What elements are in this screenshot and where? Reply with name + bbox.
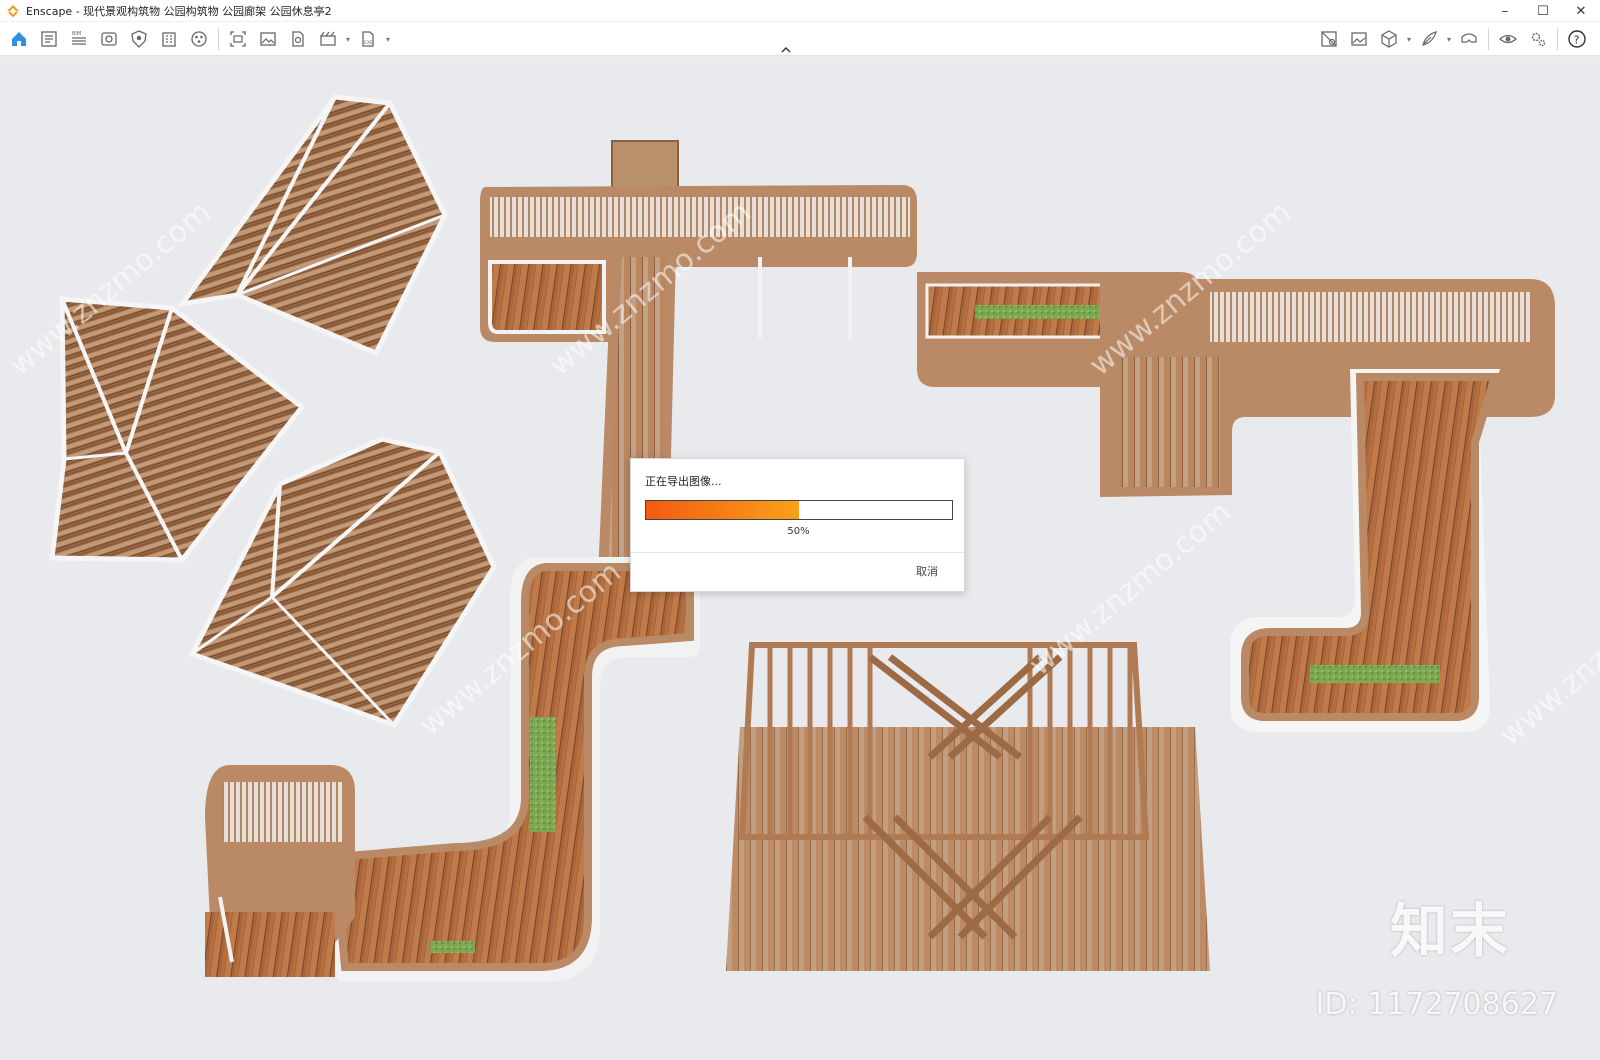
visibility-button[interactable] <box>1493 25 1523 53</box>
maximize-button[interactable]: ☐ <box>1524 0 1562 22</box>
title-bar: Enscape - 现代景观构筑物 公园构筑物 公园廊架 公园休息亭2 – ☐ … <box>0 0 1600 22</box>
window-controls: – ☐ ✕ <box>1486 0 1600 22</box>
video-export-icon <box>320 31 336 46</box>
asset-library-dropdown[interactable]: ▾ <box>1404 25 1414 53</box>
gallery-icon <box>1351 32 1367 46</box>
sketch-dropdown[interactable]: ▾ <box>1444 25 1454 53</box>
toolbar-separator <box>218 28 219 50</box>
vr-headset-icon <box>1461 33 1477 43</box>
material-button[interactable] <box>184 25 214 53</box>
exe-export-button[interactable]: EXE <box>353 25 383 53</box>
image-gallery-button[interactable] <box>253 25 283 53</box>
export-progress-bar <box>645 500 953 520</box>
screenshot-button[interactable] <box>223 25 253 53</box>
document-list-icon <box>41 31 57 47</box>
progress-percent-text: 50% <box>787 526 810 537</box>
settings-gear-icon <box>1531 32 1546 47</box>
home-button[interactable] <box>4 25 34 53</box>
visibility-eye-icon <box>1499 34 1517 44</box>
video-export-dropdown[interactable]: ▾ <box>343 25 353 53</box>
collapse-toolbar-button[interactable] <box>778 44 794 56</box>
view-management-icon <box>1321 31 1337 47</box>
panorama-icon <box>292 31 304 47</box>
export-progress-dialog: 正在导出图像... 50% 取消 <box>630 458 965 592</box>
watermark-id: ID: 1172708627 <box>1315 987 1558 1022</box>
progress-fill <box>646 501 799 519</box>
image-gallery-icon <box>260 32 276 46</box>
pergola-left <box>205 765 355 977</box>
material-sphere-icon <box>191 31 207 47</box>
window-title: Enscape - 现代景观构筑物 公园构筑物 公园廊架 公园休息亭2 <box>26 4 332 18</box>
enscape-window: Enscape - 现代景观构筑物 公园构筑物 公园廊架 公园休息亭2 – ☐ … <box>0 0 1600 1060</box>
cube-asset-icon <box>1381 30 1397 48</box>
feather-icon <box>1422 31 1437 46</box>
exe-label: EXE <box>364 40 373 46</box>
exe-export-icon: EXE <box>362 31 374 47</box>
view-management-button[interactable] <box>1314 25 1344 53</box>
help-icon: ? <box>1568 30 1586 48</box>
chevron-up-icon <box>781 47 791 53</box>
home-icon <box>12 32 26 46</box>
building-icon <box>162 32 176 47</box>
vr-headset-button[interactable] <box>1454 25 1484 53</box>
watermark-brand: 知末 <box>1389 897 1510 965</box>
exe-export-dropdown[interactable]: ▾ <box>383 25 393 53</box>
help-label: ? <box>1574 34 1580 47</box>
close-button[interactable]: ✕ <box>1562 0 1600 22</box>
screenshot-icon <box>230 31 246 47</box>
enscape-logo-icon <box>7 4 19 17</box>
dialog-title: 正在导出图像... <box>645 475 722 488</box>
gallery-button[interactable] <box>1344 25 1374 53</box>
bim-button[interactable]: BIM <box>64 25 94 53</box>
document-list-button[interactable] <box>34 25 64 53</box>
view-button[interactable] <box>94 25 124 53</box>
panorama-button[interactable] <box>283 25 313 53</box>
toolbar-separator <box>1488 28 1489 50</box>
bim-icon: BIM <box>72 31 86 45</box>
view-eye-icon <box>101 32 117 46</box>
toolbar-right-group: ▾ ▾ ? <box>1314 25 1592 53</box>
toolbar-separator <box>1557 28 1558 50</box>
cancel-button[interactable]: 取消 <box>916 563 938 579</box>
dialog-divider <box>631 552 964 553</box>
settings-button[interactable] <box>1523 25 1553 53</box>
minimize-button[interactable]: – <box>1486 0 1524 22</box>
settings-shield-button[interactable] <box>124 25 154 53</box>
toolbar-left-group: BIM ▾ EXE ▾ <box>4 25 393 53</box>
settings-shield-icon <box>131 30 147 48</box>
main-toolbar: BIM ▾ EXE ▾ ▾ ▾ ? <box>0 22 1600 56</box>
asset-library-button[interactable] <box>1374 25 1404 53</box>
building-button[interactable] <box>154 25 184 53</box>
sketch-button[interactable] <box>1414 25 1444 53</box>
help-button[interactable]: ? <box>1562 25 1592 53</box>
video-export-button[interactable] <box>313 25 343 53</box>
bim-label: BIM <box>72 31 81 37</box>
